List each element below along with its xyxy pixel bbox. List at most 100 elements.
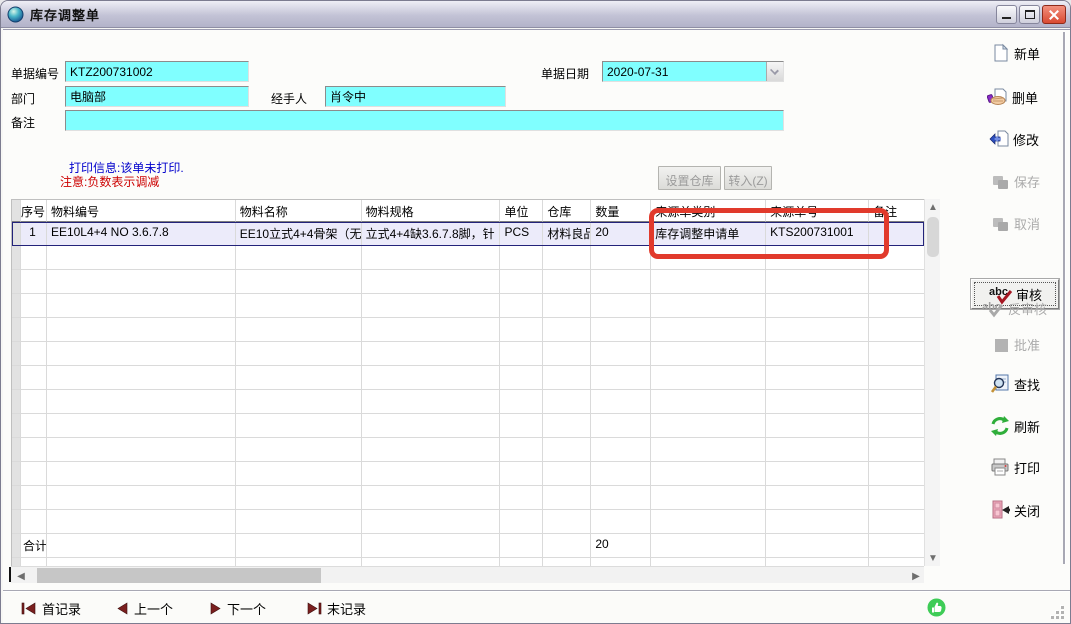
col-item-name: 物料名称	[236, 200, 362, 222]
sidebar-unaudit-label: 反审核	[1008, 299, 1047, 318]
sidebar-cancel-label: 取消	[1014, 214, 1040, 233]
scroll-left-icon[interactable]: ◀	[13, 568, 29, 584]
last-record-button[interactable]: 末记录	[306, 599, 366, 618]
cell-item-name: EE10立式4+4骨架（无挡	[236, 222, 362, 246]
horizontal-scroll-thumb[interactable]	[37, 568, 321, 583]
maximize-icon	[1025, 10, 1035, 19]
handler-label: 经手人	[271, 90, 307, 107]
set-warehouse-button: 设置仓库	[658, 166, 721, 190]
table-row[interactable]	[12, 342, 924, 366]
sidebar-new-button[interactable]: 新单	[991, 43, 1040, 63]
table-row[interactable]	[12, 270, 924, 294]
sidebar-edit-button[interactable]: 修改	[989, 129, 1039, 149]
table-row[interactable]	[12, 318, 924, 342]
table-row[interactable]	[12, 558, 924, 566]
sidebar-approve-label: 批准	[1014, 335, 1040, 354]
doc-no-input[interactable]	[65, 61, 249, 82]
table-row[interactable]	[12, 294, 924, 318]
maximize-button[interactable]	[1019, 5, 1040, 24]
doc-date-label: 单据日期	[541, 65, 589, 82]
cell-seq: 1	[21, 222, 47, 246]
sidebar-save-label: 保存	[1014, 172, 1040, 191]
department-input[interactable]	[65, 86, 249, 107]
print-icon	[989, 457, 1011, 477]
cell-qty: 20	[591, 222, 651, 246]
cell-warehouse: 材料良品	[543, 222, 591, 246]
client-area: 单据编号 单据日期 部门 经手人 备注 打印信息:该单未打印. 注意:负数表示调…	[3, 29, 1070, 623]
sidebar-close-button[interactable]: 关闭	[989, 499, 1040, 521]
table-row[interactable]	[12, 414, 924, 438]
total-row: 合计 20	[12, 534, 924, 558]
scroll-right-icon[interactable]: ▶	[908, 568, 924, 584]
department-label: 部门	[11, 90, 35, 107]
approve-icon	[993, 336, 1011, 354]
prev-record-icon	[116, 602, 129, 615]
chevron-down-icon	[770, 66, 779, 75]
vertical-scrollbar[interactable]: ▲ ▼	[924, 199, 940, 566]
col-spec: 物料规格	[362, 200, 501, 222]
prev-record-label: 上一个	[134, 599, 173, 618]
sidebar-unaudit-button: abc 反审核	[981, 298, 1047, 318]
col-unit: 单位	[500, 200, 543, 222]
sidebar-delete-button[interactable]: 删单	[987, 87, 1038, 107]
vertical-scroll-thumb[interactable]	[927, 217, 939, 257]
sidebar-edit-label: 修改	[1013, 130, 1039, 149]
row-indicator	[12, 222, 21, 246]
table-row[interactable]	[12, 462, 924, 486]
close-button[interactable]	[1042, 5, 1066, 24]
remark-label: 备注	[11, 114, 35, 131]
minimize-icon	[1002, 17, 1011, 19]
next-record-button[interactable]: 下一个	[209, 599, 266, 618]
sidebar-find-label: 查找	[1014, 375, 1040, 394]
doc-date-dropdown-button[interactable]	[766, 62, 783, 81]
first-record-icon	[21, 602, 37, 615]
app-window: 库存调整单 单据编号 单据日期 部门 经手人 备注 打印信息:该单未打印. 注意…	[0, 0, 1071, 624]
table-row[interactable]	[12, 366, 924, 390]
scroll-up-icon[interactable]: ▲	[925, 199, 941, 215]
sidebar-print-button[interactable]: 打印	[989, 457, 1040, 477]
edit-doc-icon	[989, 129, 1010, 149]
prev-record-button[interactable]: 上一个	[116, 599, 173, 618]
table-row[interactable]	[12, 438, 924, 462]
col-qty: 数量	[591, 200, 651, 222]
save-icon	[991, 171, 1011, 191]
negative-warning-text: 注意:负数表示调减	[60, 173, 159, 190]
source-columns-highlight-annotation	[649, 208, 889, 259]
table-row[interactable]	[12, 510, 924, 534]
col-item-no: 物料编号	[47, 200, 236, 222]
cell-spec: 立式4+4缺3.6.7.8脚，针	[362, 222, 501, 246]
sidebar-refresh-label: 刷新	[1014, 417, 1040, 436]
sidebar-new-label: 新单	[1014, 44, 1040, 63]
doc-no-label: 单据编号	[11, 65, 59, 82]
next-record-icon	[209, 602, 222, 615]
first-record-label: 首记录	[42, 599, 81, 618]
table-row[interactable]	[12, 486, 924, 510]
minimize-button[interactable]	[996, 5, 1017, 24]
doc-date-input[interactable]	[602, 61, 784, 82]
first-record-button[interactable]: 首记录	[21, 599, 81, 618]
sidebar-find-button[interactable]: 查找	[989, 373, 1040, 395]
refresh-icon	[989, 415, 1011, 437]
scroll-down-icon[interactable]: ▼	[925, 550, 941, 566]
new-doc-icon	[991, 43, 1011, 63]
table-row[interactable]	[12, 390, 924, 414]
delete-doc-icon	[987, 87, 1009, 107]
sidebar-refresh-button[interactable]: 刷新	[989, 415, 1040, 437]
window-title: 库存调整单	[30, 5, 100, 24]
handler-input[interactable]	[325, 86, 506, 107]
sidebar-close-label: 关闭	[1014, 501, 1040, 520]
next-record-label: 下一个	[227, 599, 266, 618]
unaudit-icon: abc	[981, 298, 1005, 318]
close-door-icon	[989, 499, 1011, 521]
sidebar-approve-button: 批准	[993, 335, 1040, 354]
sidebar-print-label: 打印	[1014, 458, 1040, 477]
sidebar-save-button: 保存	[991, 171, 1040, 191]
horizontal-scrollbar[interactable]: ◀ ▶	[11, 566, 924, 583]
remark-input[interactable]	[65, 110, 784, 131]
cancel-icon	[991, 213, 1011, 233]
last-record-icon	[306, 602, 322, 615]
col-seq: 序号	[21, 200, 47, 222]
cell-unit: PCS	[500, 222, 543, 246]
resize-grip[interactable]	[1050, 605, 1064, 619]
title-bar: 库存调整单	[1, 1, 1070, 28]
